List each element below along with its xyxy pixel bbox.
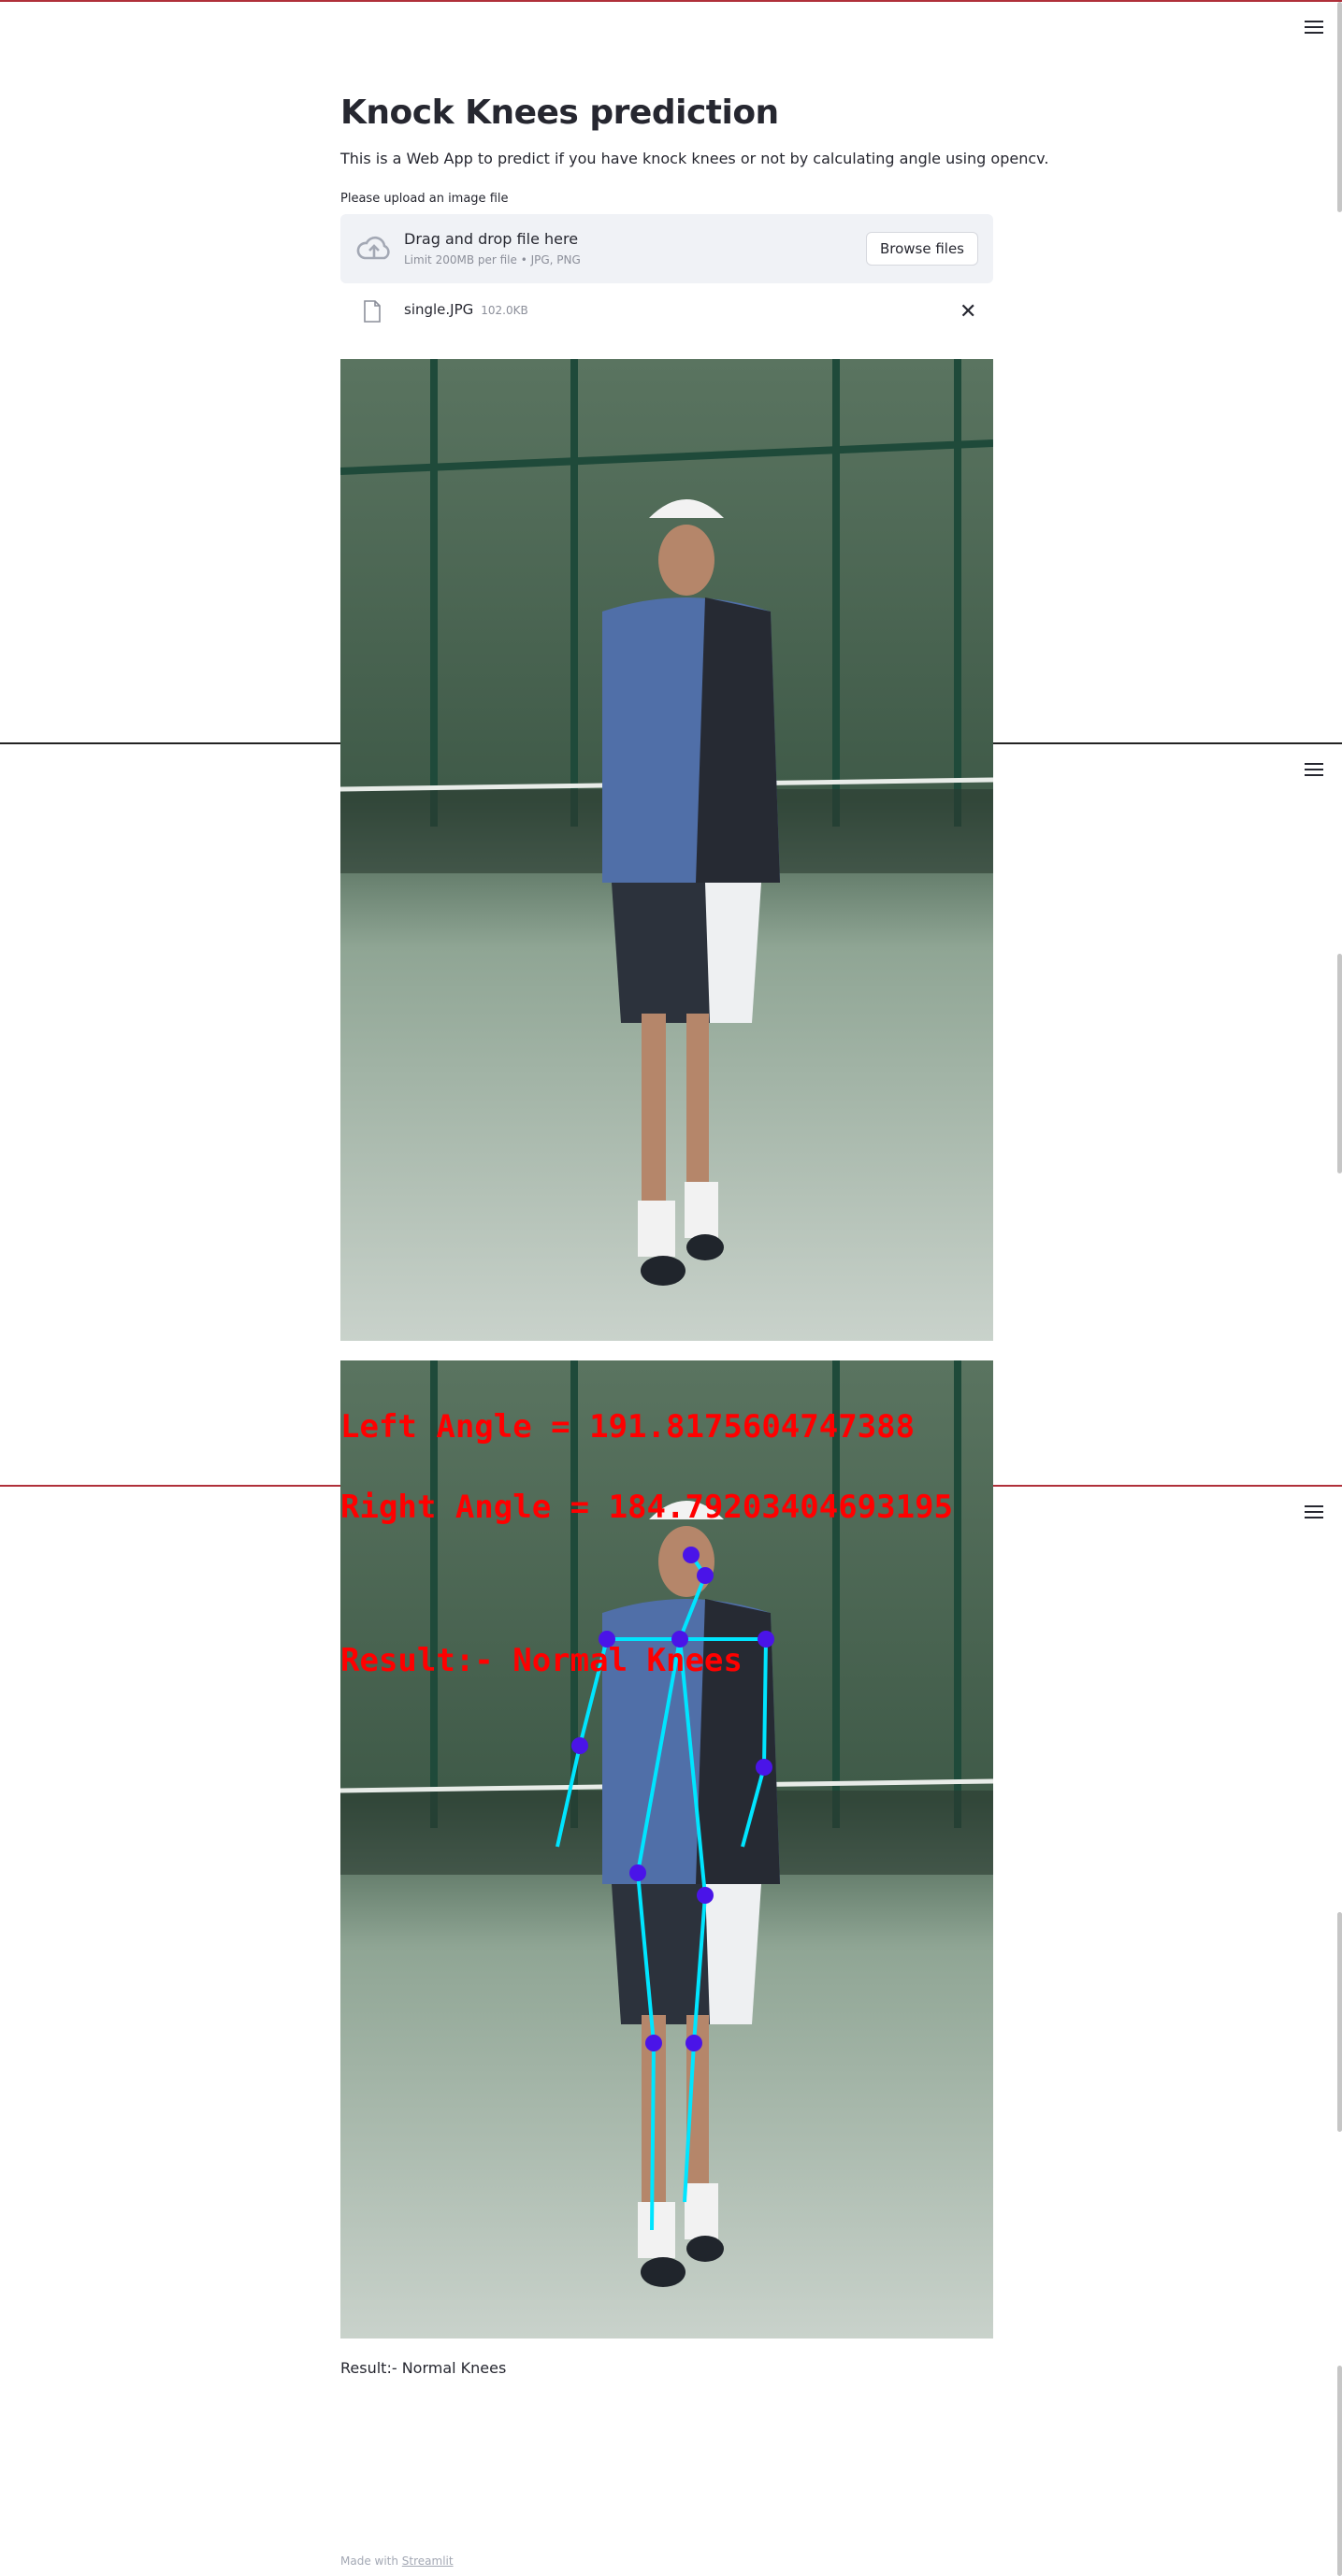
cloud-upload-icon [356, 236, 390, 260]
scrollbar-thumb[interactable] [1337, 2366, 1342, 2576]
file-icon [364, 300, 381, 323]
uploaded-file-name: single.JPG 102.0KB [404, 301, 528, 318]
dropzone-limit: Limit 200MB per file • JPG, PNG [404, 253, 581, 266]
menu-hamburger-icon[interactable] [1305, 21, 1323, 36]
remove-file-close-icon[interactable]: ✕ [954, 298, 980, 324]
window-seam [0, 0, 1342, 2]
footer-prefix: Made with [340, 2554, 402, 2568]
dropzone-instruction: Drag and drop file here [404, 230, 579, 248]
result-overlay: Result:- Normal Knees [340, 1642, 743, 1679]
file-name-text: single.JPG [404, 301, 474, 318]
footer: Made with Streamlit [340, 2554, 454, 2568]
page-title: Knock Knees prediction [340, 94, 779, 132]
streamlit-link[interactable]: Streamlit [402, 2554, 454, 2568]
scrollbar-thumb[interactable] [1337, 1912, 1342, 2132]
uploaded-image [340, 359, 993, 1341]
file-size: 102.0KB [481, 304, 528, 317]
browse-files-button[interactable]: Browse files [865, 232, 978, 266]
file-dropzone[interactable]: Drag and drop file here Limit 200MB per … [340, 214, 993, 283]
uploaded-file-row: single.JPG 102.0KB ✕ [340, 293, 993, 330]
scrollbar-thumb[interactable] [1337, 2, 1342, 212]
result-text: Result:- Normal Knees [340, 2359, 507, 2377]
upload-label: Please upload an image file [340, 192, 509, 206]
menu-hamburger-icon[interactable] [1305, 763, 1323, 778]
menu-hamburger-icon[interactable] [1305, 1505, 1323, 1520]
app-description: This is a Web App to predict if you have… [340, 150, 1049, 167]
scrollbar-thumb[interactable] [1337, 954, 1342, 1173]
left-angle-overlay: Left Angle = 191.8175604747388 [340, 1408, 915, 1446]
right-angle-overlay: Right Angle = 184.79203404693195 [340, 1489, 953, 1526]
annotated-image: Left Angle = 191.8175604747388 Right Ang… [340, 1360, 993, 2339]
